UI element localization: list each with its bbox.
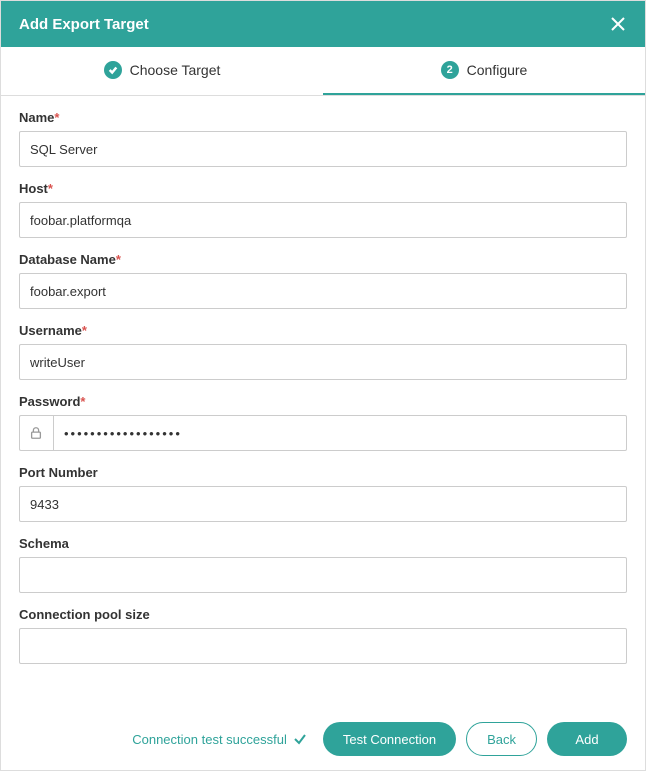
label-password: Password* bbox=[19, 394, 627, 409]
modal-header: Add Export Target bbox=[1, 1, 645, 47]
status-text: Connection test successful bbox=[132, 732, 287, 747]
step-indicator-current: 2 bbox=[441, 61, 459, 79]
configure-form: Name* Host* Database Name* Username* Pas… bbox=[1, 96, 645, 708]
field-username: Username* bbox=[19, 323, 627, 380]
required-mark: * bbox=[48, 181, 53, 196]
close-button[interactable] bbox=[609, 15, 627, 33]
required-mark: * bbox=[116, 252, 121, 267]
back-button[interactable]: Back bbox=[466, 722, 537, 756]
input-password[interactable] bbox=[53, 415, 627, 451]
lock-icon bbox=[29, 426, 43, 440]
label-username: Username* bbox=[19, 323, 627, 338]
required-mark: * bbox=[54, 110, 59, 125]
label-connection-pool-size: Connection pool size bbox=[19, 607, 627, 622]
label-database-name: Database Name* bbox=[19, 252, 627, 267]
input-port-number[interactable] bbox=[19, 486, 627, 522]
tab-configure[interactable]: 2 Configure bbox=[323, 47, 645, 96]
input-name[interactable] bbox=[19, 131, 627, 167]
field-host: Host* bbox=[19, 181, 627, 238]
field-connection-pool-size: Connection pool size bbox=[19, 607, 627, 664]
wizard-tabs: Choose Target 2 Configure bbox=[1, 47, 645, 96]
input-schema[interactable] bbox=[19, 557, 627, 593]
input-username[interactable] bbox=[19, 344, 627, 380]
modal-footer: Connection test successful Test Connecti… bbox=[1, 708, 645, 770]
field-schema: Schema bbox=[19, 536, 627, 593]
step-indicator-complete bbox=[104, 61, 122, 79]
input-database-name[interactable] bbox=[19, 273, 627, 309]
check-icon bbox=[108, 65, 118, 75]
label-name: Name* bbox=[19, 110, 627, 125]
field-password: Password* bbox=[19, 394, 627, 451]
add-export-target-modal: Add Export Target Choose Target 2 Config… bbox=[0, 0, 646, 771]
connection-status: Connection test successful bbox=[132, 732, 307, 747]
add-button[interactable]: Add bbox=[547, 722, 627, 756]
field-name: Name* bbox=[19, 110, 627, 167]
tab-label: Configure bbox=[467, 62, 528, 78]
tab-choose-target[interactable]: Choose Target bbox=[1, 47, 323, 96]
close-icon bbox=[609, 15, 627, 33]
check-icon bbox=[293, 732, 307, 746]
modal-title: Add Export Target bbox=[19, 16, 149, 33]
label-host: Host* bbox=[19, 181, 627, 196]
label-port-number: Port Number bbox=[19, 465, 627, 480]
input-host[interactable] bbox=[19, 202, 627, 238]
required-mark: * bbox=[80, 394, 85, 409]
required-mark: * bbox=[82, 323, 87, 338]
field-port-number: Port Number bbox=[19, 465, 627, 522]
test-connection-button[interactable]: Test Connection bbox=[323, 722, 456, 756]
password-lock-addon bbox=[19, 415, 53, 451]
label-schema: Schema bbox=[19, 536, 627, 551]
field-database-name: Database Name* bbox=[19, 252, 627, 309]
input-connection-pool-size[interactable] bbox=[19, 628, 627, 664]
tab-label: Choose Target bbox=[130, 62, 221, 78]
password-input-group bbox=[19, 415, 627, 451]
